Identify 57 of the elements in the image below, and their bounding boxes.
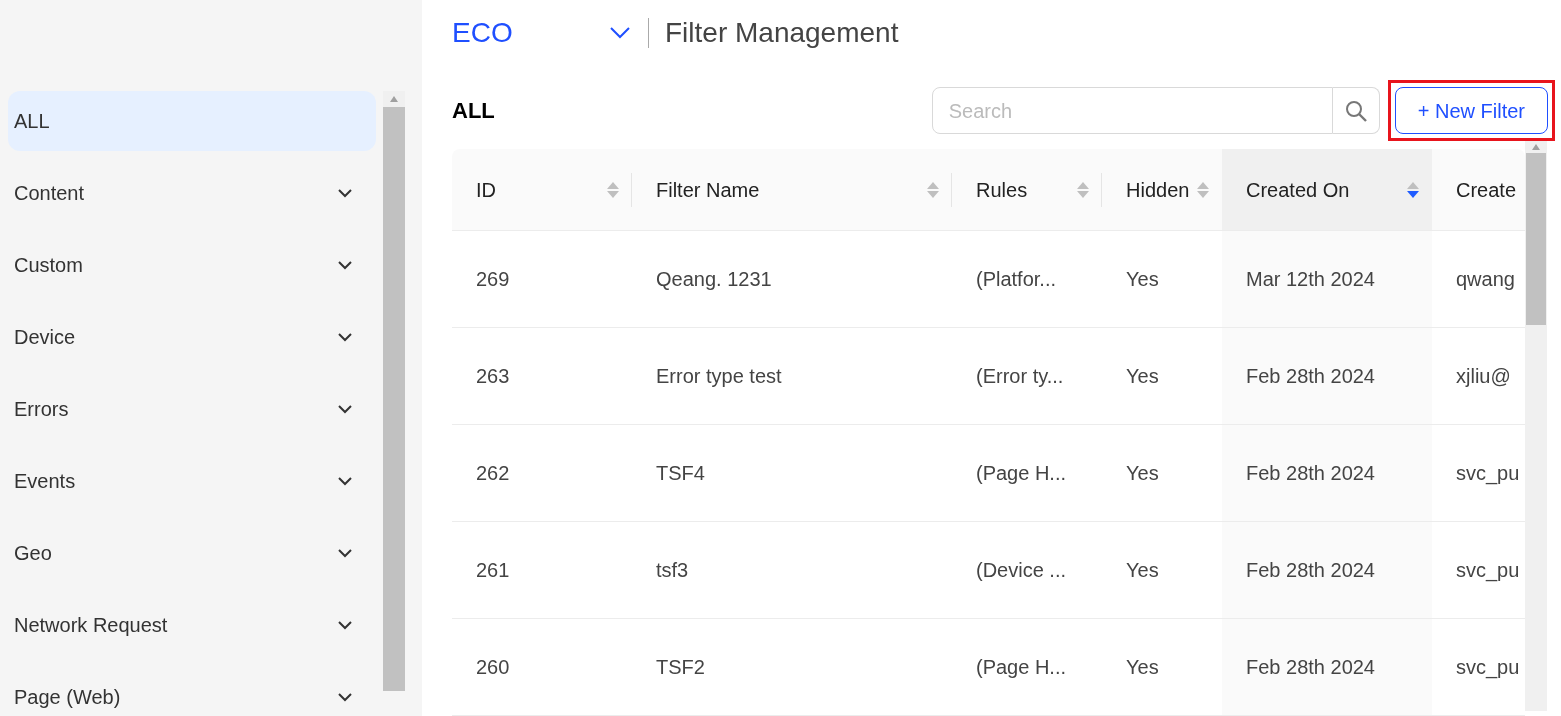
new-filter-button[interactable]: + New Filter bbox=[1394, 87, 1548, 135]
section-heading: ALL bbox=[452, 97, 496, 126]
table-cell: Feb 28th 2024 bbox=[1222, 328, 1432, 424]
scrollbar[interactable] bbox=[1525, 141, 1547, 711]
table-cell-text: 260 bbox=[475, 655, 511, 680]
table-cell-text: (Page H... bbox=[975, 655, 1068, 680]
search-field[interactable]: Search bbox=[931, 87, 1333, 135]
page-title: Filter Management bbox=[665, 16, 899, 51]
scroll-up-icon[interactable] bbox=[389, 95, 399, 103]
table-cell-text: Yes bbox=[1125, 558, 1160, 583]
sidebar-item[interactable]: Page (Web) bbox=[8, 667, 376, 716]
sidebar-item[interactable]: Geo bbox=[8, 523, 376, 583]
column-header[interactable]: Filter Name bbox=[632, 149, 952, 230]
table-cell-text: TSF4 bbox=[655, 461, 706, 486]
sidebar-item[interactable]: Content bbox=[8, 163, 376, 223]
sidebar-item[interactable]: ALL bbox=[8, 91, 376, 151]
table-cell-text: (Error ty... bbox=[975, 364, 1065, 389]
sidebar-item[interactable]: Network Request bbox=[8, 595, 376, 655]
table-cell: Mar 12th 2024 bbox=[1222, 231, 1432, 327]
table-cell-text: 263 bbox=[475, 364, 511, 389]
table-cell-text: TSF2 bbox=[655, 655, 706, 680]
table-cell-text: svc_pu bbox=[1455, 461, 1521, 487]
table-cell-text: Qeang. 1231 bbox=[655, 267, 773, 292]
table-cell: Feb 28th 2024 bbox=[1222, 425, 1432, 521]
column-header[interactable]: Hidden bbox=[1102, 149, 1222, 230]
column-header[interactable]: Created On bbox=[1222, 149, 1432, 230]
table-cell-text: Yes bbox=[1125, 655, 1160, 680]
table-cell: Feb 28th 2024 bbox=[1222, 619, 1432, 715]
table-cell-text: tsf3 bbox=[655, 558, 690, 583]
table-cell-text: svc_pu bbox=[1455, 655, 1521, 681]
column-header[interactable]: ID bbox=[452, 149, 632, 230]
table-cell-text: Error type test bbox=[655, 364, 783, 389]
search-button[interactable] bbox=[1332, 87, 1380, 135]
table-cell-text: svc_pu bbox=[1455, 558, 1521, 584]
chevron-down-icon bbox=[610, 27, 630, 40]
table-cell-text: Yes bbox=[1125, 461, 1160, 486]
table-cell-text: 269 bbox=[475, 267, 511, 292]
app-selector[interactable]: ECO bbox=[452, 12, 632, 55]
table-cell-text: (Page H... bbox=[975, 461, 1068, 486]
table-cell-text: (Device ... bbox=[975, 558, 1068, 583]
table-cell-text: xjliu@ bbox=[1455, 364, 1512, 389]
scrollbar-thumb[interactable] bbox=[1526, 153, 1546, 325]
sidebar-item[interactable]: Errors bbox=[8, 379, 376, 439]
table-cell: Feb 28th 2024 bbox=[1222, 522, 1432, 618]
table-cell-text: 261 bbox=[475, 558, 511, 583]
table-cell-text: Yes bbox=[1125, 267, 1160, 292]
column-header[interactable]: Rules bbox=[952, 149, 1102, 230]
table-cell-text: qwang bbox=[1455, 267, 1516, 292]
table-cell-text: 262 bbox=[475, 461, 511, 486]
sidebar-item[interactable]: Device bbox=[8, 307, 376, 367]
search-icon bbox=[1344, 99, 1367, 122]
sidebar-item[interactable]: Events bbox=[8, 451, 376, 511]
table-cell-text: Yes bbox=[1125, 364, 1160, 389]
table-cell-text: (Platfor... bbox=[975, 267, 1058, 292]
scroll-up-icon[interactable] bbox=[1531, 143, 1541, 151]
column-header[interactable]: Create bbox=[1432, 149, 1525, 230]
sidebar-item[interactable]: Custom bbox=[8, 235, 376, 295]
